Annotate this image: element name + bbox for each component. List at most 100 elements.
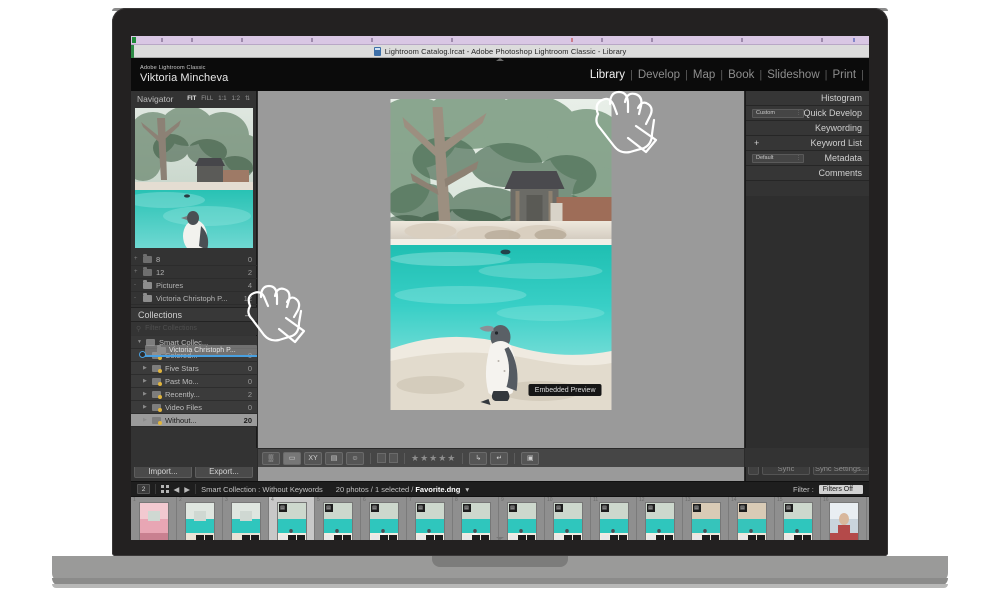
thumbnail-badges[interactable]: [324, 535, 351, 540]
filter-preset-select[interactable]: Filters Off: [818, 484, 863, 494]
people-view-icon[interactable]: ☺: [346, 451, 364, 465]
filmstrip-thumbnail[interactable]: 15 ▤: [775, 497, 821, 540]
filmstrip-thumbnail[interactable]: 10 ▤: [545, 497, 591, 540]
identity-plate[interactable]: Adobe Lightroom Classic Viktoria Minchev…: [131, 64, 228, 85]
filmstrip-thumbnail[interactable]: 7 ▤: [407, 497, 453, 540]
nav-mode-stepper-icon[interactable]: ⇅: [245, 95, 250, 102]
develop-settings-badge-icon[interactable]: ▤: [462, 504, 471, 512]
nav-mode-fill[interactable]: FILL: [201, 96, 213, 102]
quick-develop-preset-select[interactable]: Custom ⋮: [752, 108, 804, 118]
panel-keyword-list[interactable]: + Keyword List: [746, 136, 869, 151]
thumbnail-badges[interactable]: [692, 535, 719, 540]
collections-collapse-icon[interactable]: –: [245, 310, 250, 320]
rotate-right-icon[interactable]: ↵: [490, 451, 509, 465]
thumbnail-badges[interactable]: [508, 535, 535, 540]
filmstrip[interactable]: 1234▤5▤6▤7▤8▤9▤10▤11▤12▤13▤14▤15▤161718: [131, 497, 869, 540]
nav-mode-1-1[interactable]: 1:1: [218, 96, 226, 102]
thumbnail-badges[interactable]: [554, 535, 581, 540]
thumbnail-badges[interactable]: [195, 535, 213, 540]
thumbnail-badges[interactable]: [370, 535, 397, 540]
chevron-right-icon[interactable]: ▶: [143, 391, 148, 397]
filmstrip-thumbnail[interactable]: 9 ▤: [499, 497, 545, 540]
filmstrip-thumbnail[interactable]: 13 ▤: [683, 497, 729, 540]
main-photo[interactable]: Embedded Preview: [390, 99, 612, 410]
flag-reject-icon[interactable]: [389, 453, 398, 463]
filter-collections-row[interactable]: ⚲ Filter Collections: [131, 322, 257, 335]
loupe-view-icon[interactable]: ▭: [283, 451, 301, 465]
filmstrip-collapse-arrow[interactable]: [496, 537, 504, 540]
thumbnail-badges[interactable]: [784, 535, 811, 540]
survey-view-icon[interactable]: ▤: [325, 451, 343, 465]
folder-expand-icon[interactable]: -: [134, 295, 139, 301]
module-print[interactable]: Print: [827, 69, 861, 81]
filmstrip-thumbnail[interactable]: 16: [821, 497, 867, 540]
develop-settings-badge-icon[interactable]: ▤: [646, 504, 655, 512]
module-picker[interactable]: Library | Develop | Map | Book | Slidesh…: [585, 58, 864, 91]
module-map[interactable]: Map: [688, 69, 720, 81]
develop-settings-badge-icon[interactable]: ▤: [324, 504, 333, 512]
nav-mode-fit[interactable]: FIT: [187, 96, 196, 102]
flag-pick-icon[interactable]: [377, 453, 386, 463]
compare-view-icon[interactable]: XY: [304, 451, 322, 465]
develop-settings-badge-icon[interactable]: ▤: [692, 504, 701, 512]
chevron-right-icon[interactable]: ▶: [143, 417, 148, 423]
develop-settings-badge-icon[interactable]: ▤: [370, 504, 379, 512]
module-book[interactable]: Book: [723, 69, 759, 81]
chevron-down-icon[interactable]: ▼: [137, 339, 142, 345]
filmstrip-thumbnail[interactable]: 3: [223, 497, 269, 540]
filmstrip-active-file[interactable]: Favorite.dng: [415, 485, 460, 494]
chevron-right-icon[interactable]: ▶: [143, 378, 148, 384]
top-panel-toggle-arrow[interactable]: [496, 58, 504, 61]
folder-expand-icon[interactable]: -: [134, 282, 139, 288]
collection-item-five-stars[interactable]: ▶ Five Stars 0: [131, 362, 257, 375]
panel-quick-develop[interactable]: Custom ⋮ Quick Develop: [746, 106, 869, 121]
filmstrip-thumbnail[interactable]: 8 ▤: [453, 497, 499, 540]
add-keyword-icon[interactable]: +: [754, 138, 759, 148]
chevron-right-icon[interactable]: ▶: [143, 365, 148, 371]
thumbnail-badges[interactable]: [738, 535, 765, 540]
panel-metadata[interactable]: Default ⋮ Metadata: [746, 151, 869, 166]
navigator-zoom-modes[interactable]: FIT FILL 1:1 1:2 ⇅: [187, 95, 250, 103]
panel-keywording[interactable]: Keywording: [746, 121, 869, 136]
filmstrip-file-dropdown-icon[interactable]: ▾: [465, 485, 469, 494]
develop-settings-badge-icon[interactable]: ▤: [600, 504, 609, 512]
nav-mode-1-2[interactable]: 1:2: [232, 96, 240, 102]
develop-settings-badge-icon[interactable]: ▤: [738, 504, 747, 512]
filmstrip-thumbnail[interactable]: 17: [867, 497, 869, 540]
grid-icon[interactable]: [161, 485, 169, 493]
filmstrip-thumbnail[interactable]: 2: [177, 497, 223, 540]
develop-settings-badge-icon[interactable]: ▤: [278, 504, 287, 512]
filmstrip-thumbnail[interactable]: 1: [131, 497, 177, 540]
filmstrip-thumbnail[interactable]: 14 ▤: [729, 497, 775, 540]
folder-row[interactable]: + 12 2: [131, 266, 257, 279]
panel-histogram[interactable]: Histogram: [746, 91, 869, 106]
collections-header[interactable]: Collections –: [131, 307, 257, 322]
collection-item-without-keywords[interactable]: ▶ Without... 20: [131, 414, 257, 427]
navigate-back-icon[interactable]: ◀: [174, 485, 180, 494]
panel-comments[interactable]: Comments: [746, 166, 869, 181]
navigator-preview[interactable]: [135, 108, 253, 248]
folder-row[interactable]: + 8 0: [131, 253, 257, 266]
thumbnail-badges[interactable]: [416, 535, 443, 540]
thumbnail-badges[interactable]: [278, 535, 305, 540]
folder-row[interactable]: - Victoria Christoph P... 12: [131, 292, 257, 305]
module-library[interactable]: Library: [585, 69, 630, 81]
folder-expand-icon[interactable]: +: [134, 269, 139, 275]
chevron-right-icon[interactable]: ▶: [143, 404, 148, 410]
folder-row[interactable]: - Pictures 4: [131, 279, 257, 292]
filmstrip-source-label[interactable]: Smart Collection : Without Keywords: [201, 485, 323, 494]
thumbnail-badges[interactable]: [462, 535, 489, 540]
grid-view-icon[interactable]: ▒: [262, 451, 280, 465]
rotate-left-icon[interactable]: ↳: [469, 451, 488, 465]
thumbnail-badges[interactable]: [600, 535, 627, 540]
navigate-forward-icon[interactable]: ▶: [184, 485, 190, 494]
filmstrip-thumbnail[interactable]: 12 ▤: [637, 497, 683, 540]
filmstrip-thumbnail[interactable]: 4 ▤: [269, 497, 315, 540]
thumbnail-badges[interactable]: [241, 535, 259, 540]
navigator-header[interactable]: Navigator FIT FILL 1:1 1:2 ⇅: [131, 91, 256, 106]
crop-overlay-icon[interactable]: ▣: [521, 451, 540, 465]
develop-settings-badge-icon[interactable]: ▤: [554, 504, 563, 512]
rating-stars[interactable]: ★★★★★: [411, 453, 456, 464]
collection-item-past-month[interactable]: ▶ Past Mo... 0: [131, 375, 257, 388]
module-develop[interactable]: Develop: [633, 69, 685, 81]
